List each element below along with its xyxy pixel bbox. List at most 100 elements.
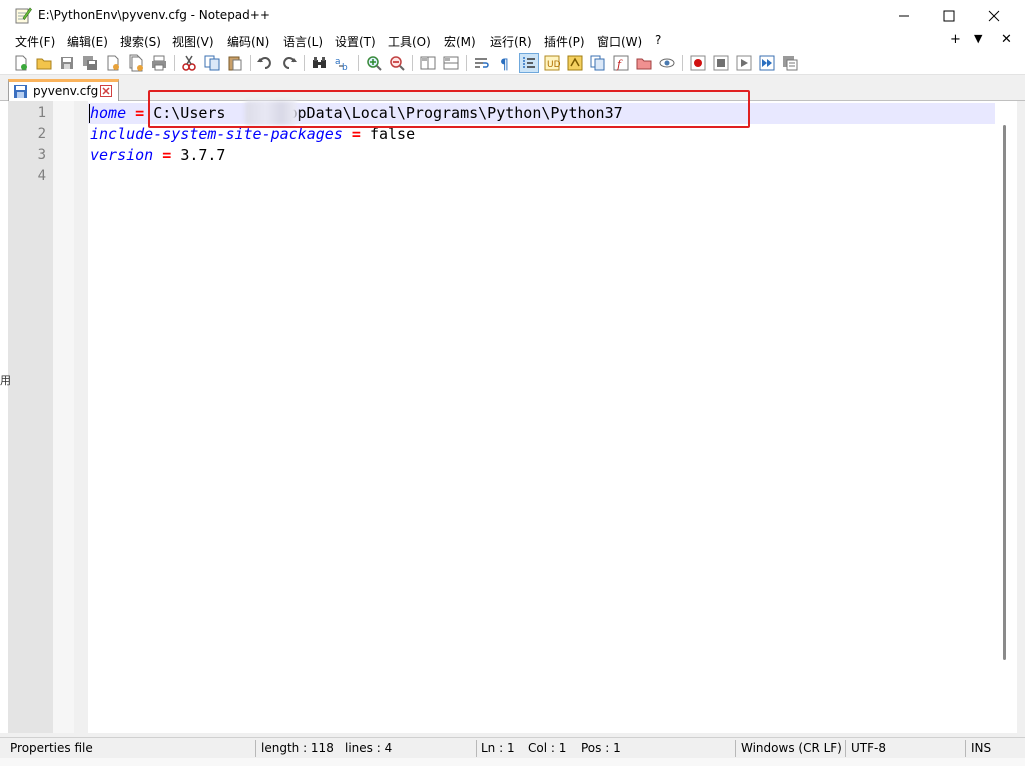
saved-file-icon	[14, 85, 27, 98]
replace-icon[interactable]: ab	[334, 54, 352, 72]
menu-file[interactable]: 文件(F)	[15, 33, 55, 50]
line-number: 4	[37, 168, 46, 184]
status-lines: lines : 4	[345, 741, 393, 755]
close-icon[interactable]	[104, 54, 122, 72]
monitoring-icon[interactable]	[658, 54, 676, 72]
zoom-out-icon[interactable]	[388, 54, 406, 72]
notepadpp-window: E:\PythonEnv\pyvenv.cfg - Notepad++ 文件(F…	[0, 0, 1025, 766]
status-eol[interactable]: Windows (CR LF)	[741, 741, 842, 755]
menu-help[interactable]: ?	[655, 33, 661, 47]
status-encoding[interactable]: UTF-8	[851, 741, 886, 755]
line-number-gutter	[8, 101, 53, 733]
sync-vertical-icon[interactable]	[419, 54, 437, 72]
status-separator	[965, 740, 966, 757]
menu-search[interactable]: 搜索(S)	[120, 33, 161, 50]
folder-workspace-icon[interactable]	[635, 54, 653, 72]
config-key: home	[90, 104, 127, 122]
tab-list-dropdown-button[interactable]: ▼	[974, 32, 982, 45]
status-insert-mode[interactable]: INS	[971, 741, 991, 755]
title-bar: E:\PythonEnv\pyvenv.cfg - Notepad++	[0, 0, 1025, 31]
menu-run[interactable]: 运行(R)	[490, 33, 532, 50]
menu-bar: 文件(F) 编辑(E) 搜索(S) 视图(V) 编码(N) 语言(L) 设置(T…	[0, 31, 1025, 51]
sync-horizontal-icon[interactable]	[442, 54, 460, 72]
close-window-button[interactable]	[971, 0, 1017, 31]
toolbar-separator	[174, 55, 175, 71]
cut-icon[interactable]	[180, 54, 198, 72]
left-edge-fragment: 用	[0, 374, 11, 387]
paste-icon[interactable]	[226, 54, 244, 72]
toolbar-separator	[250, 55, 251, 71]
save-icon[interactable]	[58, 54, 76, 72]
notepadpp-app-icon	[15, 7, 32, 24]
window-bottom-edge	[0, 758, 1025, 766]
close-all-icon[interactable]	[127, 54, 145, 72]
redo-icon[interactable]	[280, 54, 298, 72]
copy-icon[interactable]	[203, 54, 221, 72]
save-macro-icon[interactable]	[781, 54, 799, 72]
new-file-icon[interactable]	[12, 54, 30, 72]
playback-icon[interactable]	[735, 54, 753, 72]
menu-macro[interactable]: 宏(M)	[444, 33, 476, 50]
open-file-icon[interactable]	[35, 54, 53, 72]
toolbar: ab ¶ UDL f	[0, 51, 1025, 75]
toolbar-separator	[412, 55, 413, 71]
equals-operator: =	[162, 146, 172, 164]
text-caret	[89, 104, 90, 123]
minimize-icon	[899, 15, 909, 16]
toolbar-separator	[358, 55, 359, 71]
menu-settings[interactable]: 设置(T)	[335, 33, 376, 50]
toolbar-separator	[466, 55, 467, 71]
scrollbar-thumb[interactable]	[1003, 125, 1006, 660]
save-all-icon[interactable]	[81, 54, 99, 72]
maximize-button[interactable]	[926, 0, 972, 31]
menu-encoding[interactable]: 编码(N)	[227, 33, 269, 50]
config-value: 3.7.7	[180, 146, 226, 164]
menu-window[interactable]: 窗口(W)	[597, 33, 642, 50]
fold-margin	[53, 101, 74, 733]
status-file-type: Properties file	[10, 741, 93, 755]
close-document-button[interactable]: ✕	[1001, 32, 1012, 47]
menu-plugins[interactable]: 插件(P)	[544, 33, 585, 50]
doc-map-icon[interactable]	[566, 54, 584, 72]
record-macro-icon[interactable]	[689, 54, 707, 72]
status-length: length : 118	[261, 741, 334, 755]
status-bar: Properties file length : 118 lines : 4 L…	[0, 737, 1025, 758]
user-lang-icon[interactable]: UDL	[543, 54, 561, 72]
tab-label: pyvenv.cfg	[33, 84, 99, 98]
config-key: version	[90, 146, 154, 164]
tab-pyvenv-cfg[interactable]: pyvenv.cfg	[8, 79, 119, 102]
menu-language[interactable]: 语言(L)	[283, 33, 323, 50]
doc-list-icon[interactable]	[589, 54, 607, 72]
line-number: 1	[37, 105, 46, 121]
run-macro-multiple-icon[interactable]	[758, 54, 776, 72]
undo-icon[interactable]	[256, 54, 274, 72]
stop-record-icon[interactable]	[712, 54, 730, 72]
menu-edit[interactable]: 编辑(E)	[67, 33, 108, 50]
indent-guide-icon[interactable]	[519, 53, 539, 73]
print-icon[interactable]	[150, 54, 168, 72]
equals-operator: =	[135, 104, 145, 122]
function-list-icon[interactable]: f	[612, 54, 630, 72]
text-editor[interactable]: 1 2 3 4 home = C:\Users AppData\Local\Pro…	[0, 90, 1000, 733]
tab-close-icon[interactable]	[100, 85, 112, 97]
word-wrap-icon[interactable]	[473, 54, 491, 72]
maximize-icon	[943, 10, 955, 21]
svg-text:UDL: UDL	[547, 60, 561, 70]
status-line-number: Ln : 1	[481, 741, 515, 755]
status-separator	[735, 740, 736, 757]
line-number: 2	[37, 126, 46, 142]
line-number: 3	[37, 147, 46, 163]
menu-tools[interactable]: 工具(O)	[388, 33, 431, 50]
toolbar-separator	[304, 55, 305, 71]
new-tab-plus-button[interactable]: +	[950, 32, 961, 47]
status-separator	[476, 740, 477, 757]
toolbar-separator	[682, 55, 683, 71]
show-all-chars-icon[interactable]: ¶	[496, 54, 514, 72]
minimize-button[interactable]	[881, 0, 927, 31]
zoom-in-icon[interactable]	[365, 54, 383, 72]
find-icon[interactable]	[311, 54, 329, 72]
annotation-highlight-box	[148, 90, 750, 128]
status-position: Pos : 1	[581, 741, 621, 755]
menu-view[interactable]: 视图(V)	[172, 33, 214, 50]
window-title: E:\PythonEnv\pyvenv.cfg - Notepad++	[38, 8, 270, 22]
